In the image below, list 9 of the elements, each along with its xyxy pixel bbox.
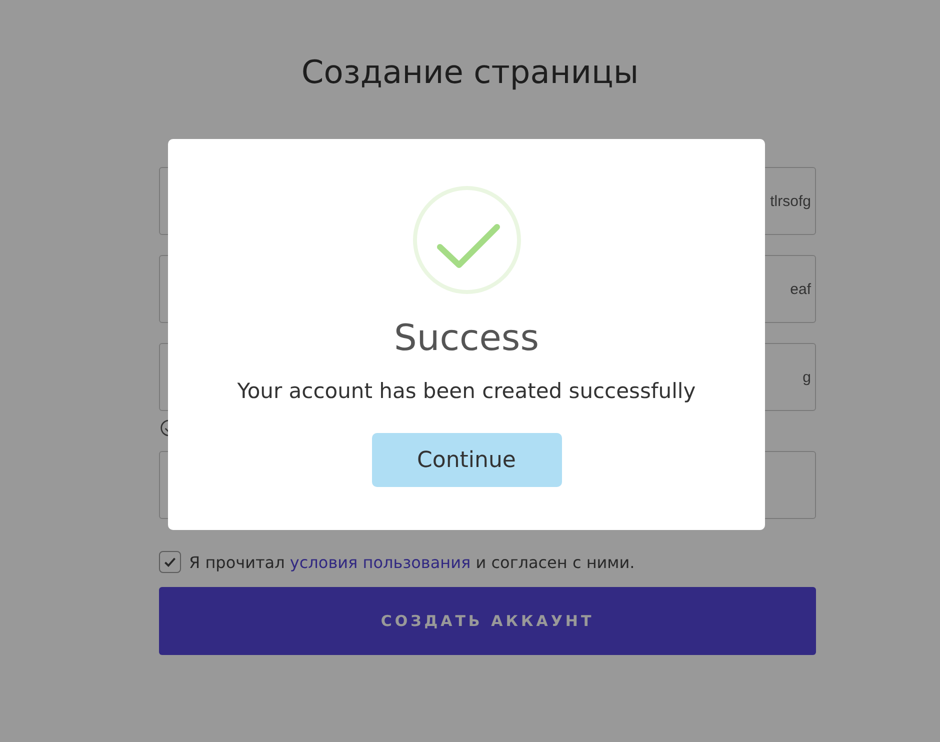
check-circle-icon <box>412 185 522 295</box>
terms-text: Я прочитал условия пользования и согласен с ними. <box>189 552 635 572</box>
dialog-title: Success <box>394 317 539 361</box>
create-account-button[interactable]: СОЗДАТЬ АККАУНТ <box>159 587 816 655</box>
continue-button[interactable]: Continue <box>372 433 562 487</box>
dialog-message: Your account has been created successfully <box>237 379 696 403</box>
checkbox[interactable] <box>159 551 181 573</box>
terms-link[interactable]: условия пользования <box>290 552 471 572</box>
page-title: Создание страницы <box>301 52 639 92</box>
